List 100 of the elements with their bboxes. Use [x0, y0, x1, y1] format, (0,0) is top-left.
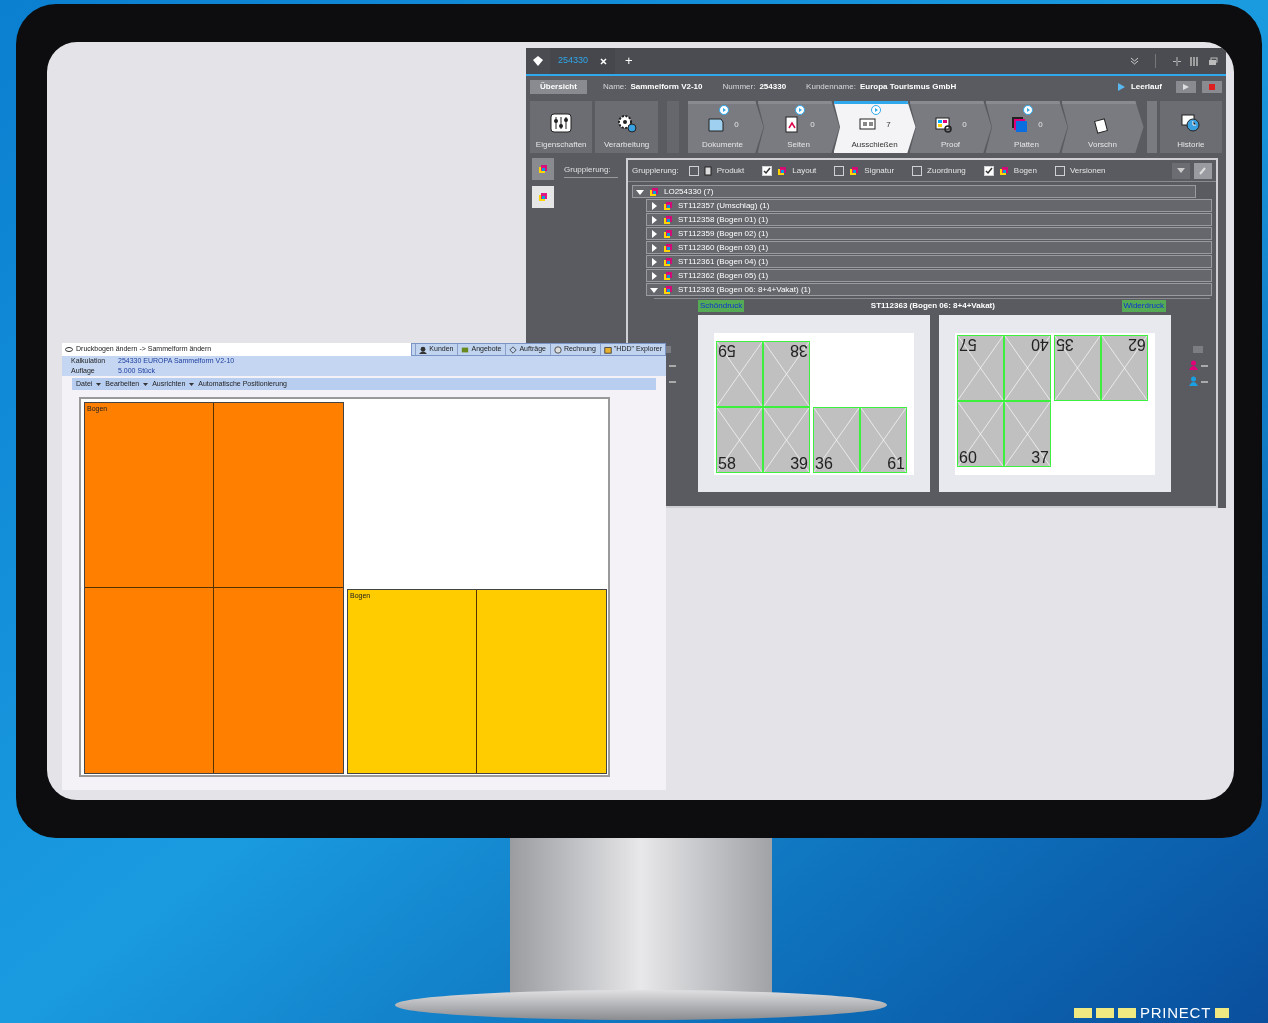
- workflow-step[interactable]: 0 Dokumente: [687, 101, 764, 153]
- color-sheet-icon: [663, 256, 673, 267]
- chevrons-down-icon[interactable]: [1130, 57, 1139, 65]
- pen-icon: [1199, 166, 1207, 175]
- grouping-option: Zuordnung: [927, 164, 966, 177]
- toolbar-button[interactable]: Eigenschaften: [530, 101, 593, 153]
- grouping-option: Produkt: [716, 164, 745, 177]
- tree-row[interactable]: ST112362 (Bogen 05) (1): [646, 269, 1212, 282]
- grouping-label: Gruppierung:: [632, 164, 679, 177]
- tree-row[interactable]: ST112358 (Bogen 01) (1): [646, 213, 1212, 226]
- tree-label: ST112363 (Bogen 06: 8+4+Vakat) (1): [678, 283, 811, 296]
- toolbar-icon: [461, 345, 470, 354]
- workflow-step[interactable]: 0 Seiten: [757, 101, 840, 153]
- toolbar-icon: [553, 345, 562, 354]
- field-value: Europa Tourismus GmbH: [859, 81, 957, 93]
- color-sheet-icon: [538, 192, 548, 202]
- grouping-option: Signatur: [864, 164, 895, 177]
- page-thumbnail: [1004, 400, 1051, 467]
- start-button[interactable]: [1176, 81, 1196, 93]
- field-value: 254330: [759, 81, 787, 93]
- field-label: Kundenname:: [806, 81, 856, 93]
- workflow-step[interactable]: 7 Ausschießen: [833, 101, 916, 153]
- checkbox[interactable]: [834, 165, 845, 176]
- color-sheet-icon: [663, 284, 673, 295]
- tree-row[interactable]: LO254330 (7): [632, 185, 1196, 198]
- expanded-triangle-icon[interactable]: [650, 285, 658, 294]
- columns-icon[interactable]: [1190, 56, 1200, 66]
- collapsed-triangle-icon[interactable]: [650, 201, 658, 210]
- tree-label: LO254330 (7): [664, 185, 714, 198]
- side-label: Schöndruck: [698, 300, 745, 312]
- close-icon[interactable]: [600, 57, 608, 65]
- checkbox[interactable]: [762, 165, 773, 176]
- sheet-title: ST112363 (Bogen 06: 8+4+Vakat): [870, 300, 995, 312]
- play-icon: [1183, 84, 1189, 90]
- collapsed-triangle-icon[interactable]: [650, 229, 658, 238]
- tree-row[interactable]: ST112357 (Umschlag) (1): [646, 199, 1212, 212]
- toolbar-icon: [419, 345, 428, 354]
- sheet-view-button[interactable]: [532, 186, 554, 208]
- expanded-triangle-icon[interactable]: [636, 187, 644, 196]
- workflow-step[interactable]: 0 Proof: [909, 101, 992, 153]
- grouping-option: Versionen: [1069, 164, 1106, 177]
- step-icon: [706, 115, 727, 135]
- color-sheet-icon: [777, 165, 788, 176]
- person-icon: [1188, 376, 1208, 386]
- field-label: Nummer:: [722, 81, 756, 93]
- step-count: 0: [962, 119, 967, 131]
- step-count: 0: [1038, 119, 1043, 131]
- collapsed-triangle-icon[interactable]: [650, 243, 658, 252]
- workflow-step[interactable]: Vorschn: [1061, 101, 1144, 153]
- overview-button[interactable]: Übersicht: [530, 80, 587, 94]
- checkbox[interactable]: [912, 165, 923, 176]
- color-sheet-icon: [849, 165, 860, 176]
- caret-icon: [143, 382, 149, 386]
- play-icon[interactable]: [794, 105, 805, 115]
- grouping-option: Layout: [792, 164, 817, 177]
- flag-icon: [1192, 345, 1204, 354]
- page-number: 61: [887, 454, 905, 473]
- play-icon[interactable]: [718, 105, 729, 115]
- color-sheet-icon: [998, 165, 1009, 176]
- step-label: Vorschn: [1088, 139, 1117, 151]
- page-number: 40: [1031, 334, 1049, 353]
- workflow-step[interactable]: 0 Platten: [985, 101, 1068, 153]
- tree-label: ST112360 (Bogen 03) (1): [678, 241, 769, 254]
- tree-row[interactable]: ST112363 (Bogen 06: 8+4+Vakat) (1): [646, 283, 1212, 296]
- toolbar-button[interactable]: Verarbeitung: [595, 101, 658, 153]
- tree-row[interactable]: ST112359 (Bogen 02) (1): [646, 227, 1212, 240]
- step-count: 0: [810, 119, 815, 131]
- color-sheet-icon: [663, 200, 673, 211]
- step-label: Proof: [940, 139, 961, 151]
- tree-row[interactable]: ST112361 (Bogen 04) (1): [646, 255, 1212, 268]
- caret-icon: [96, 382, 102, 386]
- layout-view-button[interactable]: [532, 158, 554, 180]
- tool-button[interactable]: [1194, 162, 1212, 179]
- history-button[interactable]: Historie: [1159, 101, 1222, 153]
- color-sheet-icon: [663, 214, 673, 225]
- checkbox[interactable]: [983, 165, 994, 176]
- step-count: 0: [734, 119, 739, 131]
- play-icon[interactable]: [870, 105, 881, 115]
- dropdown-button[interactable]: [1172, 162, 1190, 179]
- toolbar-icon: [603, 345, 612, 354]
- step-icon: [934, 115, 955, 135]
- collapsed-triangle-icon[interactable]: [650, 257, 658, 266]
- tab[interactable]: 254330: [550, 48, 616, 74]
- side-label: Widerdruck: [1121, 300, 1166, 312]
- step-label: Seiten: [787, 139, 810, 151]
- windows-icon[interactable]: [1208, 56, 1218, 66]
- tree-label: ST112362 (Bogen 05) (1): [678, 269, 769, 282]
- collapsed-triangle-icon[interactable]: [650, 215, 658, 224]
- field-label: Name:: [602, 81, 627, 93]
- tree-row[interactable]: ST112360 (Bogen 03) (1): [646, 241, 1212, 254]
- add-tab-button[interactable]: +: [625, 51, 633, 71]
- checkbox[interactable]: [1054, 165, 1065, 176]
- step-label: Platten: [1014, 139, 1039, 151]
- page-number: 60: [959, 448, 977, 467]
- play-icon[interactable]: [1022, 105, 1033, 115]
- checkbox[interactable]: [688, 165, 699, 176]
- page-number: 35: [1056, 334, 1074, 353]
- clock-icon: [1179, 113, 1202, 133]
- collapsed-triangle-icon[interactable]: [650, 271, 658, 280]
- page-number: 58: [718, 454, 736, 473]
